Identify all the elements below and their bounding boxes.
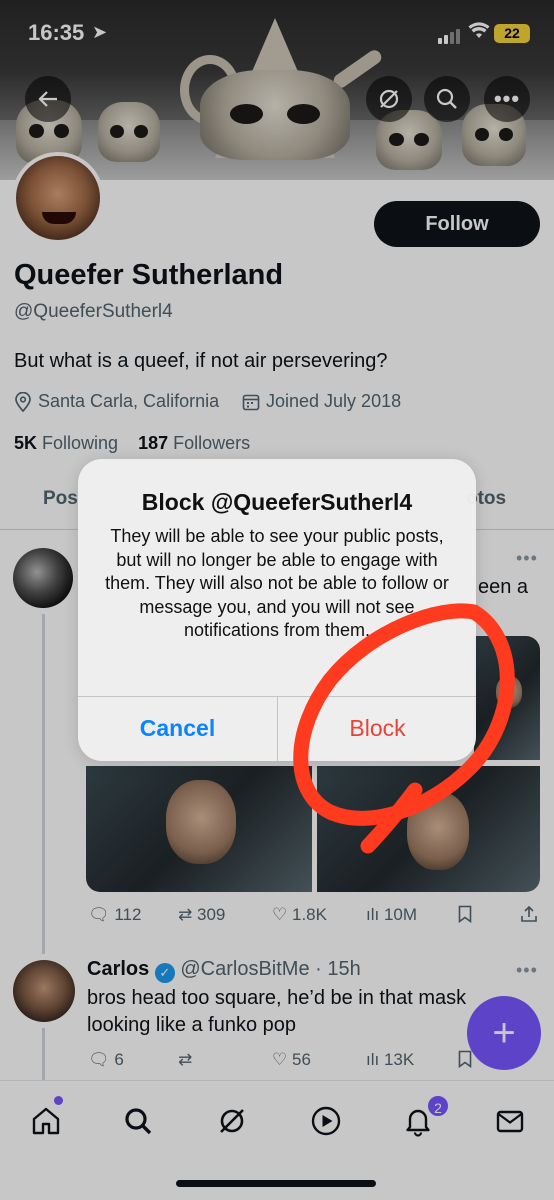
alert-message: They will be able to see your public pos… xyxy=(105,526,449,640)
alert-title: Block @QueeferSutherl4 xyxy=(141,489,413,515)
cancel-button[interactable]: Cancel xyxy=(78,696,277,761)
block-button[interactable]: Block xyxy=(278,696,476,761)
block-alert-dialog: Block @QueeferSutherl4 They will be able… xyxy=(78,459,476,761)
